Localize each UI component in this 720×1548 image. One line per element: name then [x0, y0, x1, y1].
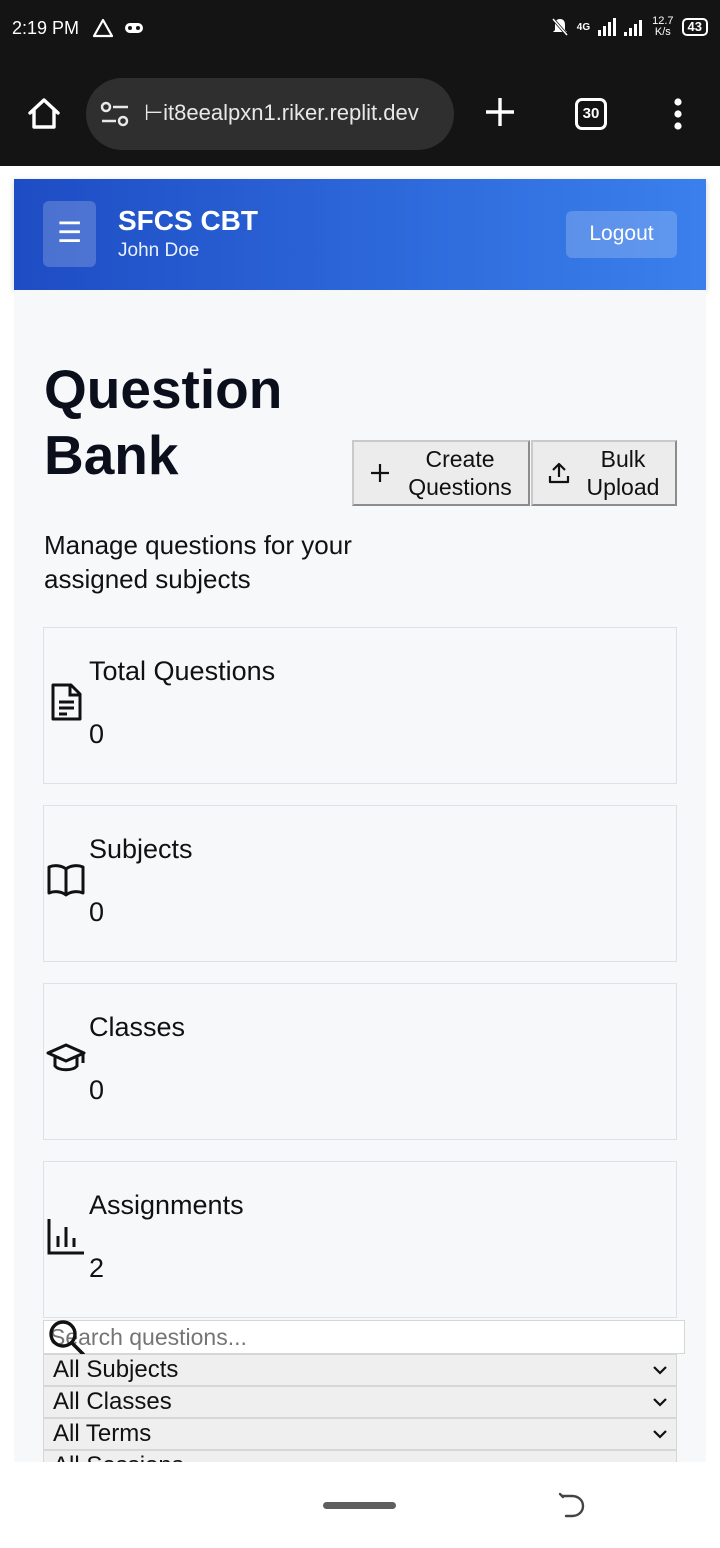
- back-gesture-icon[interactable]: [558, 1491, 586, 1519]
- home-gesture-pill[interactable]: [323, 1502, 396, 1509]
- stat-label: Total Questions: [89, 656, 276, 686]
- stat-value: 2: [89, 1253, 105, 1283]
- class-filter-select[interactable]: All Classes: [43, 1386, 677, 1418]
- stat-label: Assignments: [89, 1190, 244, 1220]
- status-left-icons: [92, 18, 144, 38]
- plus-icon: [371, 464, 389, 482]
- chevron-down-icon: [653, 1398, 667, 1407]
- chevron-down-icon: [653, 1366, 667, 1375]
- stat-card-total-questions: Total Questions 0: [43, 627, 677, 784]
- class-filter-value: All Classes: [53, 1388, 172, 1415]
- create-questions-button[interactable]: Create Questions: [352, 440, 530, 506]
- stat-label: Classes: [89, 1012, 186, 1042]
- status-right-icons: 4G 12.7 K/s 43: [551, 16, 708, 38]
- stat-value: 0: [89, 1075, 105, 1105]
- user-name: John Doe: [118, 240, 200, 261]
- main-content: Question Bank Create Questions Bulk Uplo…: [14, 290, 706, 1462]
- logout-button[interactable]: Logout: [566, 211, 677, 258]
- battery-indicator: 43: [681, 18, 708, 36]
- browser-toolbar: ⊢it8eealpxn1.riker.replit.dev 30: [0, 60, 720, 227]
- address-bar[interactable]: ⊢it8eealpxn1.riker.replit.dev: [86, 78, 454, 150]
- session-filter-value: All Sessions: [53, 1452, 184, 1462]
- page-title: Question Bank: [44, 358, 283, 486]
- network-speed: 12.7 K/s: [652, 16, 673, 38]
- graduation-cap-icon: [46, 1043, 86, 1072]
- url-text[interactable]: ⊢it8eealpxn1.riker.replit.dev: [144, 100, 444, 126]
- term-filter-value: All Terms: [53, 1420, 152, 1447]
- stat-card-subjects: Subjects 0: [43, 805, 677, 962]
- app-header: ☰ SFCS CBT John Doe Logout: [14, 179, 706, 290]
- warning-triangle-icon: [92, 18, 114, 38]
- gamepad-icon: [125, 23, 143, 33]
- bell-off-icon: [551, 18, 568, 36]
- subject-filter-value: All Subjects: [53, 1356, 179, 1383]
- network-type: 4G: [576, 21, 591, 33]
- search-input[interactable]: [43, 1320, 685, 1354]
- more-menu-icon[interactable]: [666, 96, 690, 132]
- site-settings-icon[interactable]: [100, 100, 130, 128]
- signal-icon: [598, 18, 643, 36]
- app-title: SFCS CBT: [118, 205, 258, 236]
- bulk-upload-label: Bulk Upload: [586, 446, 660, 500]
- subject-filter-select[interactable]: All Subjects: [43, 1354, 677, 1386]
- file-text-icon: [51, 683, 82, 721]
- stat-value: 0: [89, 897, 105, 927]
- new-tab-icon[interactable]: [482, 94, 518, 130]
- bar-chart-icon: [47, 1219, 84, 1255]
- chevron-down-icon: [653, 1430, 667, 1439]
- book-icon: [47, 864, 85, 897]
- status-bar: 2:19 PM 4G 12.7 K/s 43: [0, 0, 720, 60]
- home-icon[interactable]: [24, 94, 64, 134]
- page-subtitle: Manage questions for your assigned subje…: [44, 530, 352, 594]
- hamburger-menu-button[interactable]: ☰: [43, 201, 96, 267]
- status-time: 2:19 PM: [12, 18, 80, 38]
- session-filter-select[interactable]: All Sessions: [43, 1450, 677, 1462]
- search-container: [43, 1320, 685, 1356]
- term-filter-select[interactable]: All Terms: [43, 1418, 677, 1450]
- tab-switcher-button[interactable]: 30: [575, 98, 607, 130]
- stat-value: 0: [89, 719, 105, 749]
- create-questions-label: Create Questions: [408, 446, 512, 500]
- stat-label: Subjects: [89, 834, 193, 864]
- upload-icon: [548, 462, 570, 484]
- speed-unit: K/s: [654, 26, 671, 38]
- system-navigation-bar: [0, 1462, 720, 1548]
- search-icon: [49, 1320, 85, 1356]
- stat-card-assignments: Assignments 2: [43, 1161, 677, 1318]
- web-page: ☰ SFCS CBT John Doe Logout Question Bank…: [0, 167, 720, 1462]
- stat-card-classes: Classes 0: [43, 983, 677, 1140]
- bulk-upload-button[interactable]: Bulk Upload: [531, 440, 677, 506]
